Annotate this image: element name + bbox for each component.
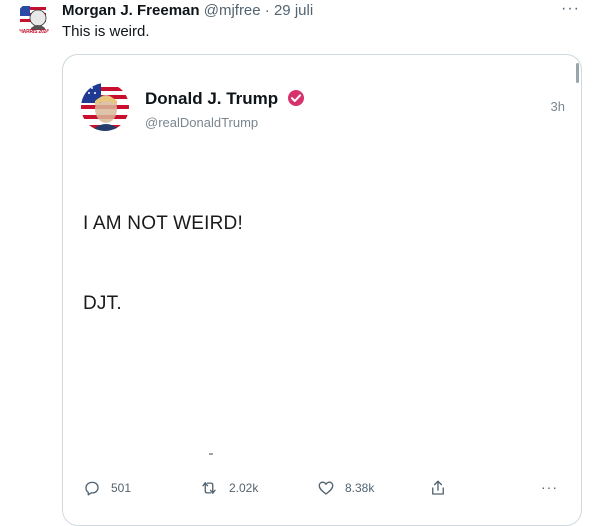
retweet-icon — [202, 482, 216, 494]
header-separator: · — [264, 2, 270, 19]
author-handle[interactable]: @mjfree — [204, 2, 261, 19]
reply-icon — [85, 481, 99, 496]
quoted-author-name-row: Donald J. Trump — [145, 89, 305, 109]
tweet[interactable]: HARRIS 2024 Morgan J. Freeman @mjfree · … — [0, 0, 600, 526]
quoted-author-name: Donald J. Trump — [145, 89, 279, 108]
verified-badge-icon — [287, 90, 304, 106]
quoted-action-bar: 501 2.02k 8.38k ··· — [63, 479, 581, 503]
repost-count: 2.02k — [229, 481, 259, 495]
heart-icon — [318, 481, 334, 495]
like-count: 8.38k — [345, 481, 375, 495]
embedded-screenshot[interactable]: Donald J. Trump @realDonaldTrump 3h I AM… — [62, 54, 582, 526]
avatar-badge-text: HARRIS 2024 — [19, 29, 49, 35]
quoted-author-avatar — [81, 83, 129, 131]
quoted-avatar-image — [81, 83, 129, 131]
quoted-post-line-1: I AM NOT WEIRD! — [83, 213, 243, 234]
tweet-date[interactable]: 29 juli — [274, 2, 313, 19]
author-avatar[interactable]: HARRIS 2024 — [16, 2, 52, 38]
divider-mark — [209, 453, 213, 455]
tweet-header: Morgan J. Freeman @mjfree · 29 juli — [62, 1, 313, 21]
like-button: 8.38k — [317, 479, 374, 497]
author-name[interactable]: Morgan J. Freeman — [62, 2, 200, 19]
quoted-post-line-2: DJT. — [83, 293, 122, 314]
reply-count: 501 — [111, 481, 132, 495]
more-options-icon[interactable]: ··· — [561, 0, 580, 18]
quoted-post-time: 3h — [550, 99, 565, 114]
repost-button: 2.02k — [199, 479, 258, 497]
tweet-text: This is weird. — [62, 23, 150, 40]
quoted-more-icon: ··· — [541, 479, 558, 495]
share-button — [429, 479, 447, 497]
scrollbar — [576, 63, 579, 83]
reply-button: 501 — [83, 479, 131, 497]
quoted-author-handle: @realDonaldTrump — [145, 115, 259, 130]
share-icon — [432, 480, 444, 495]
